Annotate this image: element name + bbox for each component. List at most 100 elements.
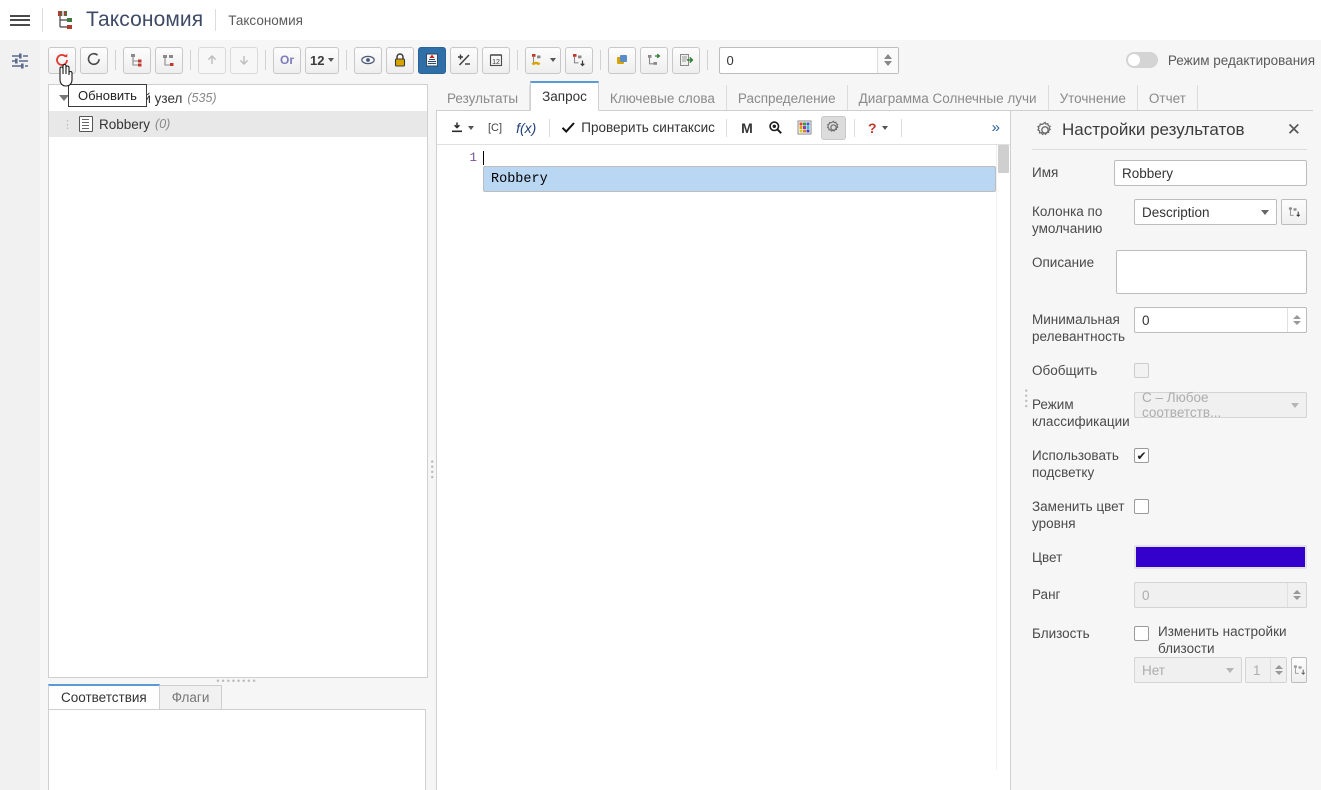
replace-level-color-checkbox[interactable] bbox=[1134, 499, 1149, 514]
generalize-checkbox[interactable] bbox=[1134, 363, 1149, 378]
add-node-button[interactable] bbox=[123, 46, 151, 74]
spinner-up-icon[interactable] bbox=[1293, 315, 1301, 319]
check-syntax-button[interactable]: Проверить синтаксис bbox=[556, 120, 720, 135]
field-row-proximity: Близость Изменить настройки близости bbox=[1026, 621, 1313, 657]
level-spinner-input[interactable] bbox=[720, 47, 878, 73]
vertical-splitter[interactable]: •••• bbox=[427, 440, 437, 500]
comment-button[interactable]: [C] bbox=[483, 116, 507, 140]
move-down-button[interactable] bbox=[230, 46, 258, 74]
checkmark-icon: ✔ bbox=[1136, 448, 1147, 463]
toolbar-divider-7 bbox=[707, 50, 709, 70]
export-document-button[interactable] bbox=[672, 46, 701, 74]
use-highlight-checkbox[interactable]: ✔ bbox=[1134, 448, 1149, 463]
panel-grip[interactable]: •••• bbox=[1021, 389, 1031, 410]
tree-move-button[interactable] bbox=[640, 46, 669, 74]
font-size-dropdown[interactable]: 12 bbox=[305, 46, 340, 74]
code-text[interactable]: Robbery bbox=[483, 145, 996, 770]
editor-settings-button[interactable] bbox=[820, 115, 846, 140]
or-operator-button[interactable]: Or bbox=[273, 46, 301, 74]
bottom-tab-flags[interactable]: Флаги bbox=[158, 685, 223, 709]
sliders-icon[interactable] bbox=[0, 40, 40, 82]
level-spinner-arrows[interactable] bbox=[877, 47, 899, 73]
color-swatch[interactable] bbox=[1134, 545, 1307, 569]
help-button[interactable]: ? bbox=[863, 116, 893, 140]
top-toolbar: Or 12 12 0 Режим редактирования bbox=[40, 40, 1321, 80]
default-column-picker-button[interactable] bbox=[1281, 199, 1307, 225]
proximity-count-spinner[interactable] bbox=[1245, 657, 1287, 683]
title-bar: Таксономия Таксономия bbox=[0, 0, 1321, 41]
zoom-search-button[interactable] bbox=[763, 116, 788, 140]
spinner-down-icon[interactable] bbox=[884, 61, 893, 66]
content-area: Результаты Запрос Ключевые слова Распред… bbox=[436, 81, 1313, 790]
editor-overflow-button[interactable]: » bbox=[992, 119, 1004, 136]
tab-sunburst-chart[interactable]: Диаграмма Солнечные лучи bbox=[847, 85, 1049, 111]
name-input[interactable] bbox=[1114, 160, 1307, 186]
highlight-results-button[interactable] bbox=[418, 46, 447, 74]
date-button[interactable]: 12 bbox=[482, 46, 511, 74]
chevron-down-icon bbox=[468, 125, 474, 130]
hamburger-menu-icon[interactable] bbox=[0, 0, 40, 40]
bottom-tab-matches[interactable]: Соответствия bbox=[48, 684, 160, 709]
edit-mode-toggle[interactable] bbox=[1125, 52, 1158, 68]
rank-input[interactable] bbox=[1135, 583, 1287, 607]
editor-vertical-scrollbar[interactable] bbox=[996, 145, 1010, 770]
proximity-picker-button[interactable] bbox=[1291, 657, 1307, 683]
classification-mode-select[interactable]: C – Любое соответств... bbox=[1134, 390, 1307, 420]
spinner-down-icon[interactable] bbox=[1293, 596, 1301, 600]
proximity-count-arrows[interactable] bbox=[1270, 658, 1286, 682]
description-textarea[interactable] bbox=[1116, 250, 1307, 294]
plus-minus-button[interactable] bbox=[450, 46, 479, 74]
macro-button[interactable]: M bbox=[735, 116, 759, 140]
editor-toolbar: [C] f(x) Проверить синтаксис M ? » bbox=[437, 111, 1010, 145]
spinner-up-icon[interactable] bbox=[884, 54, 893, 59]
bottom-tab-label: Флаги bbox=[171, 690, 210, 705]
min-relevance-input[interactable] bbox=[1135, 308, 1287, 332]
editor-divider-1 bbox=[549, 118, 551, 137]
tab-report[interactable]: Отчет bbox=[1137, 85, 1198, 111]
taxonomy-tools-dropdown[interactable] bbox=[525, 46, 562, 74]
tree-row-robbery[interactable]: ⋮ Robbery (0) bbox=[49, 111, 427, 137]
lock-button[interactable] bbox=[386, 46, 415, 74]
code-area[interactable]: 1 Robbery bbox=[437, 145, 1010, 770]
preview-button[interactable] bbox=[354, 46, 383, 74]
edit-mode-control: Режим редактирования bbox=[1125, 47, 1315, 73]
function-button[interactable]: f(x) bbox=[511, 116, 541, 140]
spinner-down-icon[interactable] bbox=[1274, 671, 1283, 675]
min-relevance-spinner[interactable] bbox=[1134, 307, 1307, 333]
proximity-checkbox[interactable] bbox=[1134, 626, 1149, 641]
level-spinner[interactable] bbox=[719, 46, 900, 74]
tab-results[interactable]: Результаты bbox=[436, 85, 531, 111]
rank-spinner[interactable] bbox=[1134, 582, 1307, 608]
comment-label: [C] bbox=[488, 121, 503, 134]
add-child-node-button[interactable] bbox=[155, 46, 183, 74]
proximity-settings-row: Нет bbox=[1128, 657, 1313, 683]
proximity-count-input[interactable] bbox=[1246, 658, 1270, 682]
or-label: Or bbox=[279, 53, 294, 67]
tab-query[interactable]: Запрос bbox=[530, 81, 599, 111]
import-export-button[interactable] bbox=[445, 116, 479, 140]
min-relevance-arrows[interactable] bbox=[1287, 308, 1306, 332]
field-row-description: Описание bbox=[1026, 250, 1313, 294]
proximity-checkbox-label: Изменить настройки близости bbox=[1158, 624, 1287, 656]
rank-label: Ранг bbox=[1032, 587, 1061, 602]
tab-keywords[interactable]: Ключевые слова bbox=[598, 85, 727, 111]
tree-export-button[interactable] bbox=[565, 46, 594, 74]
undo-button[interactable] bbox=[80, 46, 108, 74]
left-rail bbox=[0, 40, 41, 790]
spinner-down-icon[interactable] bbox=[1293, 321, 1301, 325]
rank-arrows[interactable] bbox=[1287, 583, 1306, 607]
move-up-button[interactable] bbox=[198, 46, 226, 74]
scrollbar-thumb[interactable] bbox=[998, 145, 1009, 173]
color-palette-button[interactable] bbox=[792, 116, 817, 140]
tab-distribution[interactable]: Распределение bbox=[726, 85, 848, 111]
layers-button[interactable] bbox=[608, 46, 637, 74]
close-icon[interactable]: ✕ bbox=[1279, 120, 1309, 140]
tree-indent-guide: ⋮ bbox=[62, 118, 74, 131]
default-column-select[interactable]: Description bbox=[1134, 199, 1277, 225]
tab-refinement[interactable]: Уточнение bbox=[1048, 85, 1138, 111]
spinner-up-icon[interactable] bbox=[1274, 665, 1283, 669]
field-row-default-column: Колонка по умолчанию Description bbox=[1026, 199, 1313, 237]
spinner-up-icon[interactable] bbox=[1293, 590, 1301, 594]
proximity-mode-select[interactable]: Нет bbox=[1134, 657, 1242, 683]
field-row-replace-level-color: Заменить цвет уровня bbox=[1026, 494, 1313, 532]
